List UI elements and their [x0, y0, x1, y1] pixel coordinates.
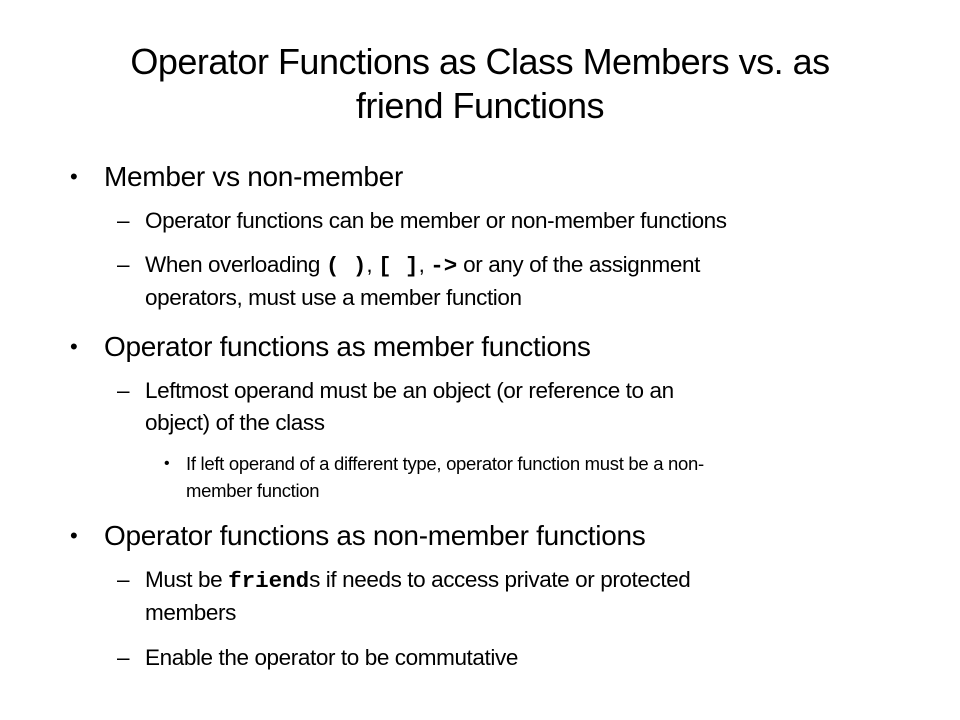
bullet-marker: • [70, 523, 78, 548]
code-arrow: -> [430, 253, 458, 279]
text-segment: or any of the assignment [457, 252, 700, 277]
code-parentheses: ( ) [325, 253, 367, 279]
bullet-marker: • [70, 334, 78, 359]
bullet-nonmember-functions: • Operator functions as non-member funct… [70, 519, 646, 553]
sub-bullet: – Operator functions can be member or no… [117, 207, 727, 235]
bullet-member-vs-nonmember: • Member vs non-member [70, 160, 403, 194]
sub-bullet-continuation: object) of the class [145, 410, 325, 435]
dash-marker: – [117, 208, 130, 233]
sub-bullet: – Leftmost operand must be an object (or… [117, 377, 674, 405]
small-bullet-marker: • [164, 455, 170, 472]
sub-sub-bullet-text: If left operand of a different type, ope… [186, 453, 704, 474]
bullet-member-functions: • Operator functions as member functions [70, 330, 591, 364]
dash-marker: – [117, 567, 130, 592]
slide-title: Operator Functions as Class Members vs. … [60, 40, 900, 128]
sub-bullet: – Must be friends if needs to access pri… [117, 566, 691, 595]
text-segment: When overloading [145, 252, 326, 277]
code-friend: friend [228, 568, 310, 594]
sub-sub-bullet: • If left operand of a different type, o… [164, 452, 704, 476]
title-line-2: friend Functions [355, 85, 605, 126]
text-segment: , [366, 252, 379, 277]
sub-bullet-continuation: operators, must use a member function [145, 285, 522, 310]
title-line-1: Operator Functions as Class Members vs. … [130, 41, 830, 82]
sub-sub-bullet-continuation: member function [186, 480, 320, 501]
text-segment: , [418, 252, 431, 277]
dash-marker: – [117, 645, 130, 670]
code-brackets: [ ] [378, 253, 419, 279]
sub-bullet: – When overloading ( ), [ ], -> or any o… [117, 251, 700, 280]
bullet-marker: • [70, 164, 78, 189]
sub-bullet-text: Enable the operator to be commutative [145, 645, 518, 670]
text-segment: s if needs to access private or protecte… [309, 567, 691, 592]
text-segment: Must be [145, 567, 229, 592]
sub-bullet-text: Leftmost operand must be an object (or r… [145, 378, 674, 403]
bullet-text: Member vs non-member [104, 161, 403, 192]
dash-marker: – [117, 378, 130, 403]
bullet-text: Operator functions as member functions [104, 331, 591, 362]
sub-bullet-text: Operator functions can be member or non-… [145, 208, 727, 233]
sub-bullet: – Enable the operator to be commutative [117, 644, 518, 672]
dash-marker: – [117, 252, 130, 277]
sub-bullet-continuation: members [145, 600, 236, 625]
bullet-text: Operator functions as non-member functio… [104, 520, 646, 551]
